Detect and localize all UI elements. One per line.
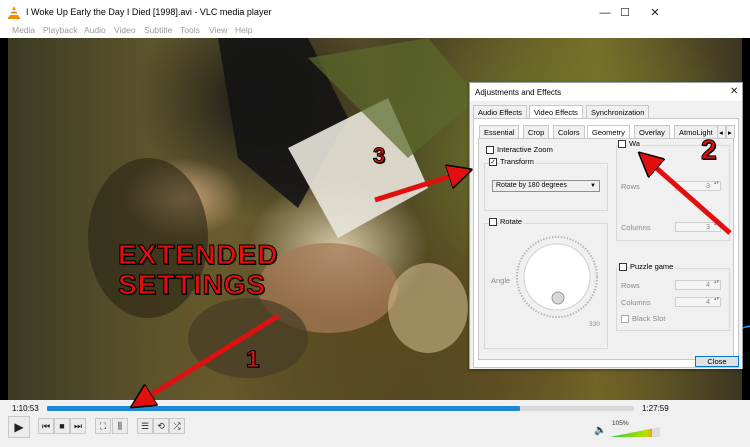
tab-synchronization[interactable]: Synchronization (586, 105, 650, 118)
tab-crop[interactable]: Crop (523, 125, 550, 138)
extended-settings-button[interactable]: ⫼ (112, 418, 128, 434)
menu-tools[interactable]: Tools (180, 25, 200, 35)
wall-columns-label: Columns (621, 223, 651, 232)
rotate-label: Rotate (500, 217, 525, 226)
loop-icon: ⟲ (157, 420, 165, 431)
dialog-close-button[interactable]: Close (695, 356, 739, 367)
fullscreen-icon: ⛶ (99, 420, 107, 431)
window-title: I Woke Up Early the Day I Died [1998].av… (26, 7, 272, 17)
seek-bar[interactable] (47, 406, 634, 411)
equalizer-icon: ⫼ (117, 420, 123, 431)
tab-audio-effects[interactable]: Audio Effects (473, 105, 528, 118)
next-icon: ⏭ (73, 420, 83, 431)
puzzle-rows-value: 4 (706, 282, 710, 289)
chevron-right-icon: ▸ (728, 128, 732, 137)
wall-rows-input[interactable]: 3 (675, 181, 721, 191)
adjustments-dialog: Adjustments and Effects ✕ Audio Effects … (469, 82, 743, 369)
step-2-number: 2 (701, 134, 718, 166)
video-effects-panel: Essential Crop Colors Geometry Overlay A… (473, 118, 739, 368)
wall-columns-value: 3 (706, 224, 710, 231)
shuffle-button[interactable]: ⤮ (169, 418, 185, 434)
step-1-number: 1 (245, 346, 261, 374)
menu-view[interactable]: View (209, 25, 227, 35)
stop-button[interactable]: ■ (54, 418, 70, 434)
previous-button[interactable]: ⏮ (38, 418, 54, 434)
play-icon: ▶ (14, 420, 24, 434)
tab-overlay[interactable]: Overlay (634, 125, 670, 138)
volume-percent: 105% (612, 420, 629, 427)
puzzle-rows-label: Rows (621, 281, 640, 290)
total-time: 1:27:59 (642, 404, 669, 413)
chevron-left-icon: ◂ (719, 128, 723, 137)
puzzle-columns-label: Columns (621, 298, 651, 307)
vlc-cone-icon (8, 6, 20, 19)
tab-geometry[interactable]: Geometry (587, 125, 630, 138)
menu-video[interactable]: Video (114, 25, 136, 35)
geometry-panel: Interactive Zoom ✓ Transform Rotate by 1… (478, 138, 734, 360)
left-frame-border (0, 38, 8, 400)
menu-media[interactable]: Media (12, 25, 35, 35)
menu-help[interactable]: Help (235, 25, 252, 35)
tab-essential[interactable]: Essential (479, 125, 520, 138)
caption-line-2: SETTINGS (117, 269, 267, 300)
caption-line-1: EXTENDED (117, 239, 279, 270)
transform-label: Transform (500, 157, 536, 166)
stop-icon: ■ (59, 421, 65, 431)
menu-bar: Media Playback Audio Video Subtitle Tool… (0, 25, 750, 38)
play-button[interactable]: ▶ (8, 416, 30, 438)
playlist-icon: ☰ (140, 420, 150, 431)
wall-rows-value: 3 (706, 183, 710, 190)
extended-settings-caption: EXTENDED SETTINGS (117, 239, 279, 300)
shuffle-icon: ⤮ (173, 420, 181, 431)
dialog-title: Adjustments and Effects (475, 88, 562, 97)
rotate-checkbox[interactable] (489, 218, 497, 226)
next-button[interactable]: ⏭ (70, 418, 86, 434)
previous-icon: ⏮ (41, 420, 51, 431)
playlist-button[interactable]: ☰ (137, 418, 153, 434)
puzzle-columns-value: 4 (706, 299, 710, 306)
speaker-icon[interactable]: 🔈 (594, 425, 606, 436)
wall-checkbox[interactable] (618, 140, 626, 148)
step-3-number: 3 (372, 143, 387, 169)
right-frame-border (742, 38, 750, 400)
puzzle-label: Puzzle game (630, 262, 676, 271)
tab-scroll-left[interactable]: ◂ (717, 125, 726, 138)
transform-checkbox[interactable]: ✓ (489, 158, 497, 166)
puzzle-checkbox[interactable] (619, 263, 627, 271)
dropdown-arrow-icon: ▼ (590, 183, 596, 189)
volume-slider[interactable] (610, 427, 660, 437)
loop-button[interactable]: ⟲ (153, 418, 169, 434)
menu-playback[interactable]: Playback (43, 25, 78, 35)
title-bar: I Woke Up Early the Day I Died [1998].av… (0, 0, 750, 25)
wall-label: Wa (629, 139, 642, 148)
transform-select[interactable]: Rotate by 180 degrees ▼ (492, 180, 600, 192)
close-window-button[interactable]: ✕ (636, 0, 674, 25)
interactive-zoom-label: Interactive Zoom (497, 145, 553, 154)
black-slot-checkbox[interactable] (621, 315, 629, 323)
puzzle-rows-input[interactable]: 4 (675, 280, 721, 290)
tab-video-effects[interactable]: Video Effects (529, 105, 583, 118)
wall-rows-label: Rows (621, 182, 640, 191)
angle-label: Angle (491, 276, 511, 285)
menu-audio[interactable]: Audio (84, 25, 106, 35)
tab-colors[interactable]: Colors (553, 125, 585, 138)
transform-select-value: Rotate by 180 degrees (496, 182, 567, 189)
menu-subtitle[interactable]: Subtitle (144, 25, 172, 35)
black-slot-label: Black Slot (632, 314, 666, 323)
seek-bar-fill (47, 406, 520, 411)
angle-dial[interactable] (515, 235, 599, 319)
dialog-close-icon[interactable]: ✕ (730, 86, 738, 97)
puzzle-columns-input[interactable]: 4 (675, 297, 721, 307)
dial-value: 330 (589, 321, 600, 328)
wall-columns-input[interactable]: 3 (675, 222, 721, 232)
interactive-zoom-checkbox[interactable] (486, 146, 494, 154)
tab-scroll-right[interactable]: ▸ (726, 125, 735, 138)
fullscreen-button[interactable]: ⛶ (95, 418, 111, 434)
elapsed-time: 1:10:53 (12, 404, 39, 413)
